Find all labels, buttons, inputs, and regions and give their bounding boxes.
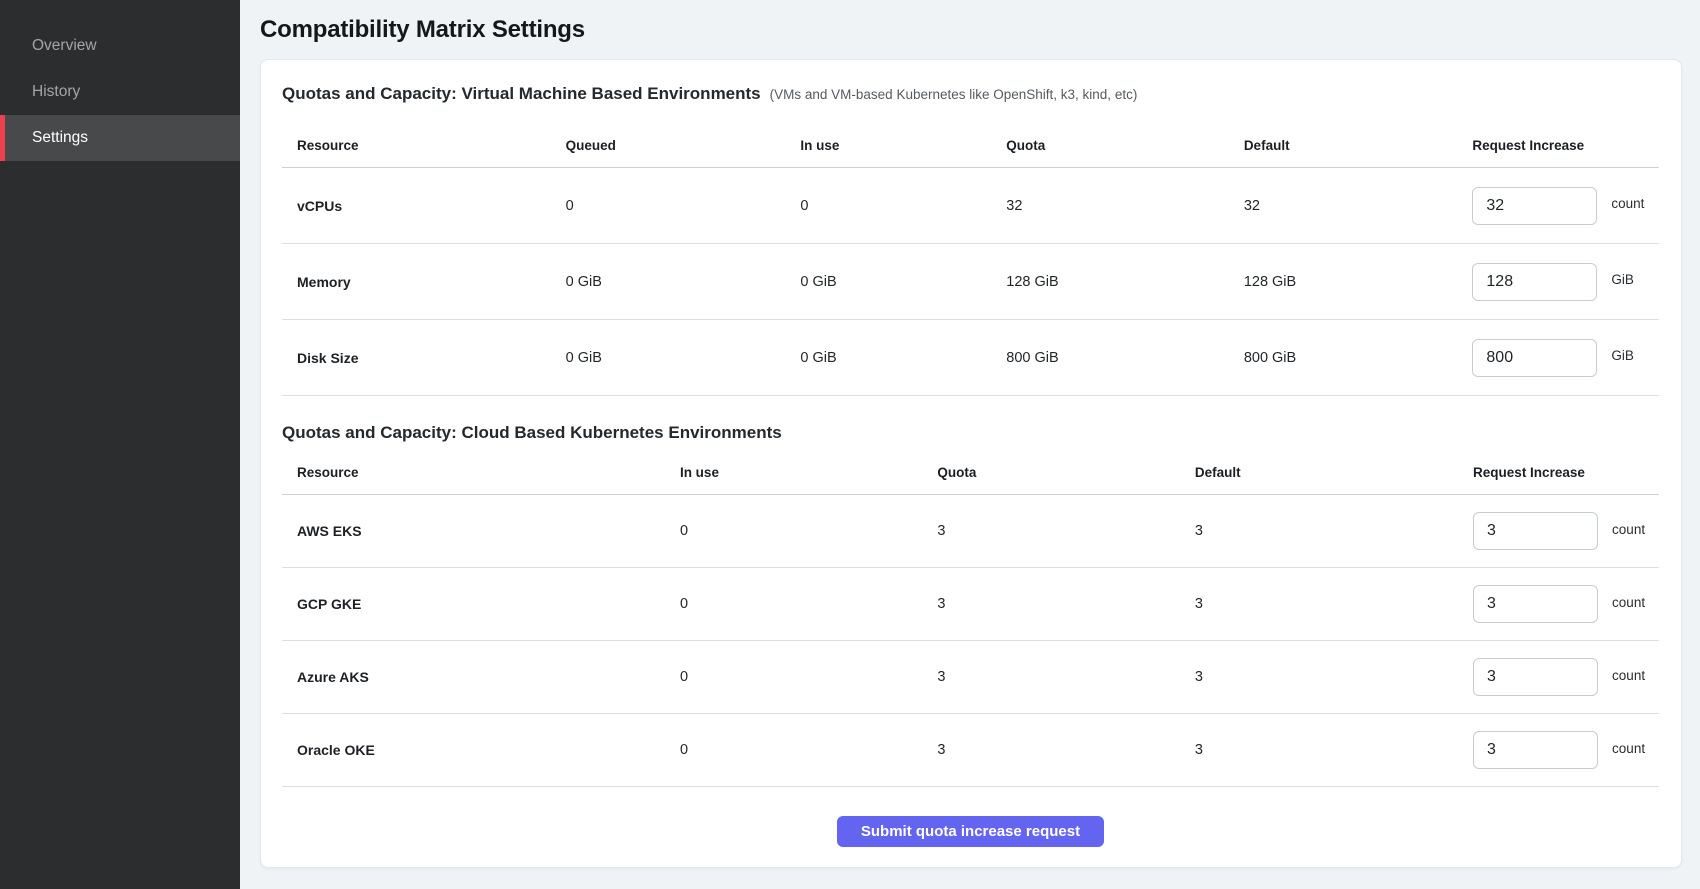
active-accent-bar [0, 115, 5, 161]
quota-cell: 3 [937, 669, 1194, 685]
default-cell: 32 [1244, 198, 1473, 214]
unit-label: count [1612, 522, 1645, 537]
default-cell: 3 [1195, 742, 1473, 758]
submit-quota-increase-button[interactable]: Submit quota increase request [837, 816, 1104, 847]
in-use-cell: 0 [680, 742, 937, 758]
table-row: vCPUs 0 0 32 32 count [282, 168, 1659, 244]
sidebar-item-label: History [32, 83, 80, 101]
default-cell: 3 [1195, 669, 1473, 685]
default-cell: 800 GiB [1244, 350, 1473, 366]
in-use-cell: 0 [800, 198, 1006, 214]
column-header: In use [680, 465, 937, 480]
in-use-cell: 0 [680, 669, 937, 685]
request-increase-cell: count [1473, 731, 1659, 769]
vm-section-subtitle: (VMs and VM-based Kubernetes like OpenSh… [770, 87, 1138, 102]
request-increase-input[interactable] [1472, 339, 1597, 377]
queued-cell: 0 GiB [566, 350, 801, 366]
quota-cell: 32 [1006, 198, 1244, 214]
vm-table-body: vCPUs 0 0 32 32 count Memory 0 GiB 0 GiB… [282, 168, 1659, 396]
table-row: Azure AKS 0 3 3 count [282, 641, 1659, 714]
page-title: Compatibility Matrix Settings [260, 16, 1682, 44]
request-increase-cell: GiB [1472, 339, 1659, 377]
table-row: Memory 0 GiB 0 GiB 128 GiB 128 GiB GiB [282, 244, 1659, 320]
card-footer: Submit quota increase request [282, 816, 1659, 847]
unit-label: count [1612, 741, 1645, 756]
vm-table-header: ResourceQueuedIn useQuotaDefaultRequest … [282, 103, 1659, 168]
quota-cell: 3 [937, 742, 1194, 758]
cloud-section-header: Quotas and Capacity: Cloud Based Kuberne… [282, 423, 1659, 442]
queued-cell: 0 [566, 198, 801, 214]
default-cell: 3 [1195, 523, 1473, 539]
column-header: Queued [566, 138, 801, 153]
request-increase-cell: GiB [1472, 263, 1659, 301]
unit-label: count [1612, 668, 1645, 683]
column-header: Default [1195, 465, 1473, 480]
resource-cell: Oracle OKE [282, 742, 680, 758]
resource-cell: GCP GKE [282, 596, 680, 612]
cloud-quota-table: ResourceIn useQuotaDefaultRequest Increa… [282, 442, 1659, 787]
unit-label: count [1612, 595, 1645, 610]
quota-cell: 800 GiB [1006, 350, 1244, 366]
sidebar-item-settings[interactable]: Settings [0, 115, 240, 161]
in-use-cell: 0 GiB [800, 350, 1006, 366]
column-header: Quota [1006, 138, 1244, 153]
request-increase-input[interactable] [1473, 658, 1598, 696]
table-row: Disk Size 0 GiB 0 GiB 800 GiB 800 GiB Gi… [282, 320, 1659, 396]
sidebar-item-label: Settings [32, 129, 88, 147]
default-cell: 128 GiB [1244, 274, 1473, 290]
sidebar-item-overview[interactable]: Overview [0, 23, 240, 69]
unit-label: GiB [1611, 272, 1634, 287]
request-increase-input[interactable] [1473, 512, 1598, 550]
sidebar-item-history[interactable]: History [0, 69, 240, 115]
request-increase-input[interactable] [1472, 187, 1597, 225]
cloud-table-header: ResourceIn useQuotaDefaultRequest Increa… [282, 442, 1659, 495]
in-use-cell: 0 [680, 523, 937, 539]
column-header: Resource [282, 138, 566, 153]
in-use-cell: 0 GiB [800, 274, 1006, 290]
sidebar: Overview History Settings [0, 0, 240, 889]
request-increase-input[interactable] [1472, 263, 1597, 301]
column-header: Request Increase [1473, 465, 1659, 480]
unit-label: count [1611, 196, 1644, 211]
sidebar-item-label: Overview [32, 37, 97, 55]
column-header: Resource [282, 465, 680, 480]
column-header: Request Increase [1472, 138, 1659, 153]
table-row: GCP GKE 0 3 3 count [282, 568, 1659, 641]
table-row: Oracle OKE 0 3 3 count [282, 714, 1659, 787]
request-increase-input[interactable] [1473, 585, 1598, 623]
request-increase-cell: count [1473, 658, 1659, 696]
vm-section-title: Quotas and Capacity: Virtual Machine Bas… [282, 84, 761, 103]
column-header: Default [1244, 138, 1473, 153]
quota-cell: 128 GiB [1006, 274, 1244, 290]
resource-cell: Disk Size [282, 350, 566, 366]
resource-cell: vCPUs [282, 198, 566, 214]
request-increase-input[interactable] [1473, 731, 1598, 769]
request-increase-cell: count [1473, 512, 1659, 550]
vm-quota-table: ResourceQueuedIn useQuotaDefaultRequest … [282, 103, 1659, 396]
column-header: In use [800, 138, 1006, 153]
quota-cell: 3 [937, 596, 1194, 612]
cloud-section-title: Quotas and Capacity: Cloud Based Kuberne… [282, 423, 782, 442]
request-increase-cell: count [1473, 585, 1659, 623]
quota-cell: 3 [937, 523, 1194, 539]
resource-cell: AWS EKS [282, 523, 680, 539]
table-row: AWS EKS 0 3 3 count [282, 495, 1659, 568]
resource-cell: Azure AKS [282, 669, 680, 685]
resource-cell: Memory [282, 274, 566, 290]
request-increase-cell: count [1472, 187, 1659, 225]
main-content: Compatibility Matrix Settings Quotas and… [240, 0, 1700, 868]
unit-label: GiB [1611, 348, 1634, 363]
vm-section-header: Quotas and Capacity: Virtual Machine Bas… [282, 84, 1659, 103]
default-cell: 3 [1195, 596, 1473, 612]
cloud-table-body: AWS EKS 0 3 3 count GCP GKE 0 3 3 count … [282, 495, 1659, 787]
column-header: Quota [937, 465, 1194, 480]
queued-cell: 0 GiB [566, 274, 801, 290]
in-use-cell: 0 [680, 596, 937, 612]
settings-card: Quotas and Capacity: Virtual Machine Bas… [260, 59, 1682, 868]
